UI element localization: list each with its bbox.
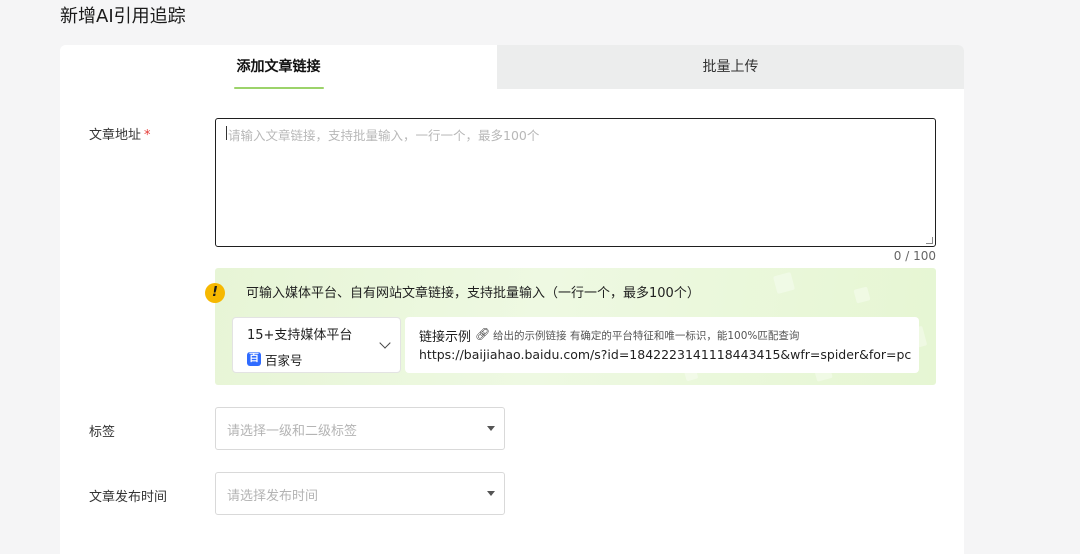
resize-handle[interactable] [926, 237, 933, 244]
chevron-down-icon [379, 337, 391, 349]
publish-time-select[interactable]: 请选择发布时间 [215, 472, 505, 515]
caret-down-icon [487, 491, 495, 496]
link-example-card: 链接示例 🔗︎ 给出的示例链接 有确定的平台特征和唯一标识，能100%匹配查询 … [405, 317, 919, 373]
article-url-placeholder: 请输入文章链接，支持批量输入，一行一个，最多100个 [228, 128, 540, 143]
decor-square [772, 271, 796, 295]
tab-batch-upload[interactable]: 批量上传 [497, 45, 964, 89]
link-example-note: 给出的示例链接 有确定的平台特征和唯一标识，能100%匹配查询 [493, 330, 800, 342]
active-tab-indicator [234, 87, 324, 89]
text-caret [226, 126, 227, 140]
tab-label: 批量上传 [702, 59, 759, 75]
platform-selector-title: 15+支持媒体平台 [247, 328, 353, 343]
hint-text: 可输入媒体平台、自有网站文章链接，支持批量输入（一行一个，最多100个） [246, 286, 700, 301]
link-example-url: https://baijiahao.baidu.com/s?id=1842223… [419, 347, 912, 362]
tab-label: 添加文章链接 [236, 59, 321, 75]
tab-bar: 添加文章链接 批量上传 [60, 45, 964, 89]
link-icon: 🔗︎ [475, 327, 491, 341]
platform-selected-label: 百家号 [265, 353, 303, 368]
article-url-label-text: 文章地址 [89, 128, 142, 143]
baijiahao-icon: 百 [247, 352, 261, 366]
warning-icon: ! [205, 283, 225, 303]
publish-time-placeholder: 请选择发布时间 [227, 489, 319, 504]
article-url-label: 文章地址 * [89, 124, 151, 143]
link-example-title: 链接示例 [419, 330, 472, 345]
hint-panel: 可输入媒体平台、自有网站文章链接，支持批量输入（一行一个，最多100个） 15+… [215, 268, 936, 385]
decor-square [853, 286, 871, 304]
char-counter: 0 / 100 [893, 249, 936, 263]
tags-label: 标签 [89, 425, 116, 440]
page-title: 新增AI引用追踪 [60, 6, 186, 27]
tab-add-article-link[interactable]: 添加文章链接 [60, 45, 497, 89]
tags-select[interactable]: 请选择一级和二级标签 [215, 407, 505, 450]
tags-placeholder: 请选择一级和二级标签 [227, 424, 358, 439]
publish-time-label: 文章发布时间 [89, 490, 168, 505]
form-card: 添加文章链接 批量上传 文章地址 * 请输入文章链接，支持批量输入，一行一个，最多… [60, 45, 964, 554]
platform-selector[interactable]: 15+支持媒体平台 百 百家号 [232, 317, 401, 373]
article-url-textarea[interactable]: 请输入文章链接，支持批量输入，一行一个，最多100个 [215, 118, 936, 247]
required-mark: * [144, 128, 151, 143]
caret-down-icon [487, 426, 495, 431]
